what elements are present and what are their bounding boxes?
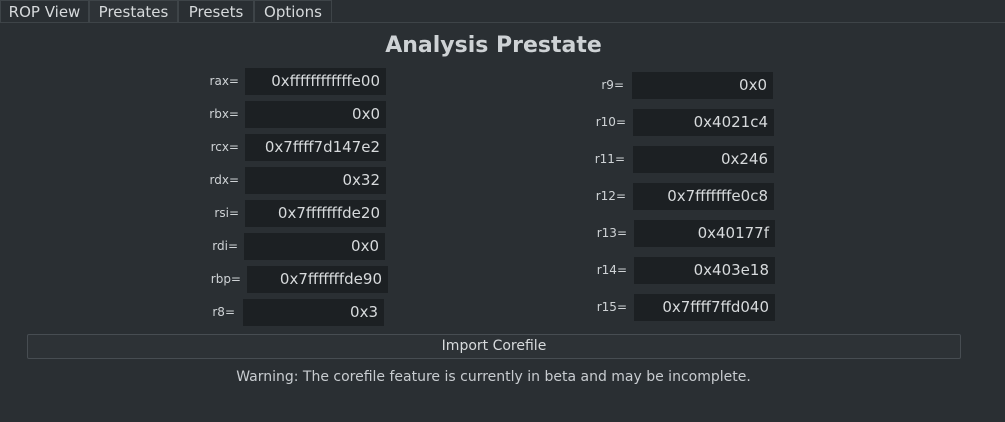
- register-field-r15[interactable]: 0x7ffff7ffd040: [634, 294, 775, 321]
- register-label-rbp: rbp=: [210, 272, 241, 286]
- tab-divider: [0, 22, 1005, 23]
- register-field-r14[interactable]: 0x403e18: [634, 257, 775, 284]
- register-label-r9: r9=: [601, 78, 624, 92]
- register-label-r14: r14=: [596, 263, 627, 277]
- register-field-rdi[interactable]: 0x0: [244, 233, 385, 260]
- register-field-r12[interactable]: 0x7fffffffe0c8: [633, 183, 774, 210]
- tab-rop-view[interactable]: ROP View: [0, 0, 89, 23]
- register-field-rax[interactable]: 0xffffffffffffe00: [245, 68, 386, 95]
- register-field-r9[interactable]: 0x0: [632, 72, 773, 99]
- tab-presets[interactable]: Presets: [178, 0, 254, 23]
- register-field-rcx[interactable]: 0x7ffff7d147e2: [245, 134, 386, 161]
- register-label-rdi: rdi=: [212, 239, 238, 253]
- register-field-rbp[interactable]: 0x7fffffffde90: [247, 266, 388, 293]
- register-field-r8[interactable]: 0x3: [243, 299, 384, 326]
- register-label-rdx: rdx=: [209, 173, 240, 187]
- register-label-rsi: rsi=: [214, 206, 239, 220]
- tab-prestates[interactable]: Prestates: [89, 0, 178, 23]
- register-label-r13: r13=: [596, 226, 627, 240]
- import-corefile-button[interactable]: Import Corefile: [27, 334, 961, 359]
- register-field-rdx[interactable]: 0x32: [245, 167, 386, 194]
- register-field-rbx[interactable]: 0x0: [245, 101, 386, 128]
- register-label-rcx: rcx=: [210, 140, 239, 154]
- register-label-r12: r12=: [595, 189, 626, 203]
- page-title: Analysis Prestate: [385, 33, 602, 58]
- register-field-r13[interactable]: 0x40177f: [634, 220, 775, 247]
- register-label-rax: rax=: [209, 74, 239, 88]
- register-label-rbx: rbx=: [209, 107, 239, 121]
- register-label-r8: r8=: [212, 305, 235, 319]
- register-field-r10[interactable]: 0x4021c4: [633, 109, 774, 136]
- tab-options[interactable]: Options: [254, 0, 332, 23]
- register-label-r15: r15=: [596, 300, 627, 314]
- register-field-rsi[interactable]: 0x7fffffffde20: [245, 200, 386, 227]
- register-label-r11: r11=: [594, 152, 625, 166]
- beta-warning-text: Warning: The corefile feature is current…: [236, 369, 751, 385]
- register-field-r11[interactable]: 0x246: [633, 146, 774, 173]
- register-label-r10: r10=: [595, 115, 626, 129]
- tab-bar: ROP View Prestates Presets Options: [0, 0, 1005, 23]
